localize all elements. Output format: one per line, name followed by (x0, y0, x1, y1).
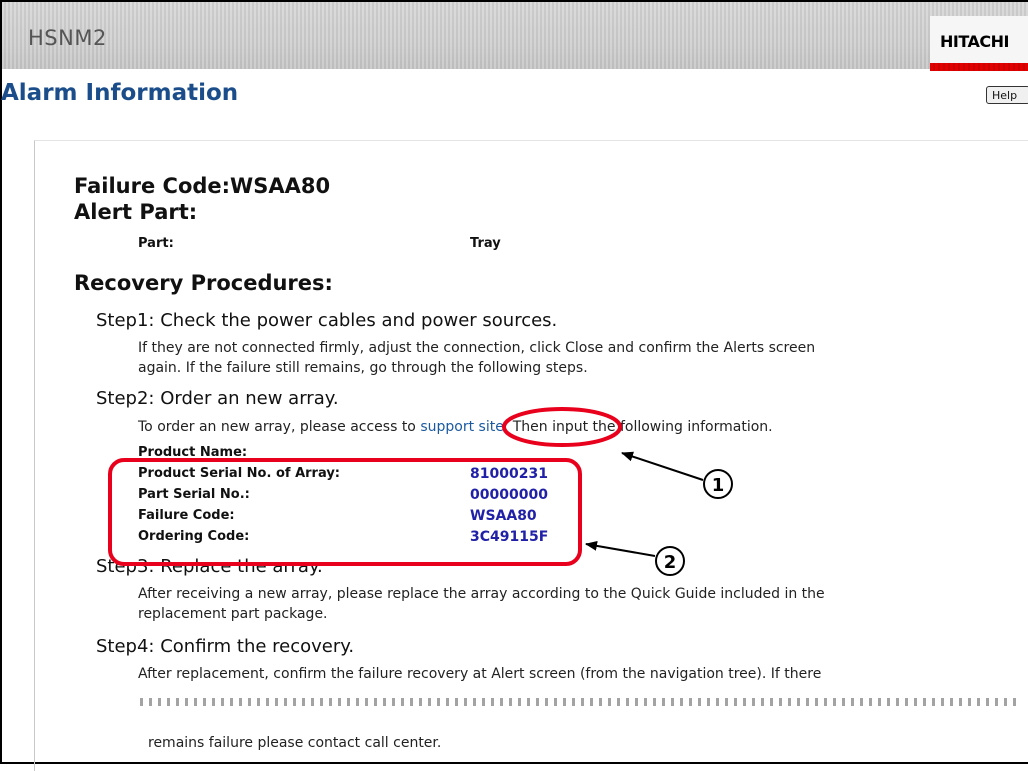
support-site-highlight (502, 407, 622, 447)
callout-2-number: 2 (664, 552, 677, 573)
callout-1-arrow (621, 451, 704, 481)
annotation-overlay: 1 2 (108, 407, 733, 576)
product-info-highlight (108, 458, 582, 566)
callout-2-arrow (585, 540, 656, 557)
callout-1-number: 1 (712, 475, 725, 496)
